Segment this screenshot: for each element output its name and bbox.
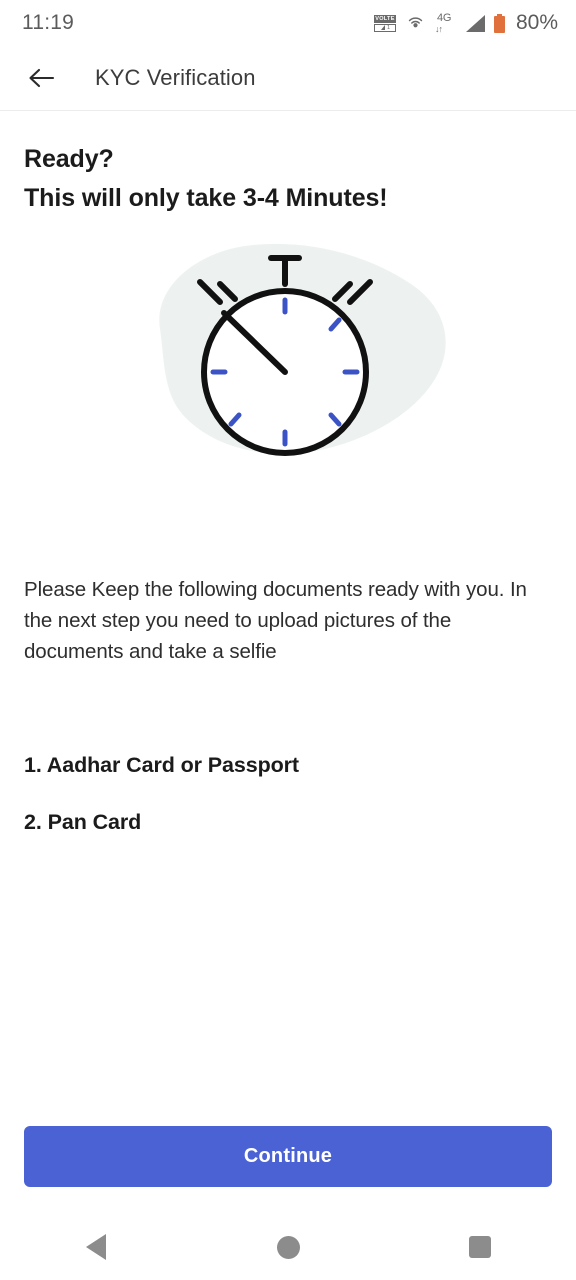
stopwatch-illustration [159, 243, 446, 456]
phone-screen: 11:19 VOLTE 1 4G ↓↑ 80% KYC Verification… [0, 0, 576, 1280]
signal-bars-icon [465, 14, 485, 32]
status-bar-icons: VOLTE 1 4G ↓↑ 80% [373, 11, 558, 35]
network-traffic-arrows: ↓↑ [434, 23, 443, 34]
back-button[interactable] [12, 46, 72, 110]
network-type-label: 4G [436, 11, 452, 24]
back-arrow-icon [29, 68, 55, 88]
main-content: Ready? This will only take 3-4 Minutes! [0, 111, 576, 836]
nav-recents-button[interactable] [384, 1214, 576, 1280]
illustration-container [0, 234, 576, 514]
app-bar: KYC Verification [0, 46, 576, 110]
nav-home-button[interactable] [192, 1214, 384, 1280]
battery-icon [493, 13, 505, 33]
battery-percent-label: 80% [515, 11, 558, 34]
list-item: 2. Pan Card [24, 810, 142, 834]
heading-line-1: Ready? [24, 145, 114, 173]
recents-square-icon [469, 1236, 491, 1258]
android-nav-bar [0, 1214, 576, 1280]
continue-button[interactable]: Continue [24, 1126, 552, 1187]
nav-back-button[interactable] [0, 1214, 192, 1280]
instructions-paragraph: Please Keep the following documents read… [24, 578, 527, 663]
volte-icon: VOLTE 1 [373, 14, 396, 32]
network-4g-icon: 4G ↓↑ [434, 11, 457, 34]
status-bar: 11:19 VOLTE 1 4G ↓↑ 80% [0, 0, 576, 46]
required-documents-list: 1. Aadhar Card or Passport 2. Pan Card [0, 751, 576, 836]
back-triangle-icon [86, 1234, 106, 1260]
home-circle-icon [276, 1235, 300, 1259]
battery-fill [494, 16, 504, 32]
volte-icon-label: VOLTE [373, 14, 396, 23]
status-bar-clock: 11:19 [22, 11, 74, 34]
list-item: 1. Aadhar Card or Passport [24, 753, 299, 777]
volte-icon-sim: 1 [373, 23, 396, 32]
volte-signal-bar [380, 25, 385, 30]
cta-container: Continue [24, 1126, 552, 1187]
heading-block: Ready? This will only take 3-4 Minutes! [0, 111, 576, 218]
page-title: KYC Verification [95, 65, 256, 90]
volte-sim-number: 1 [386, 24, 390, 31]
hotspot-icon [405, 13, 426, 34]
heading-line-2: This will only take 3-4 Minutes! [24, 184, 388, 212]
